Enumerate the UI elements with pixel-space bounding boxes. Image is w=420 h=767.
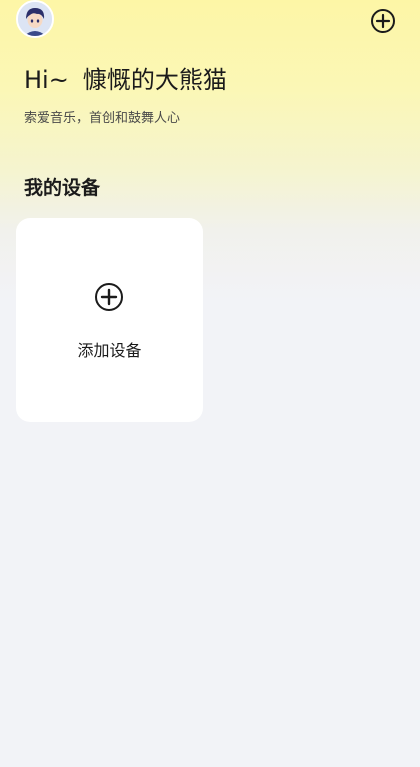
avatar[interactable]	[16, 0, 54, 38]
greeting-prefix: Hi~	[24, 66, 69, 94]
add-device-card[interactable]: 添加设备	[16, 218, 203, 422]
greeting: Hi~ 慷慨的大熊猫	[24, 60, 227, 95]
add-icon[interactable]	[370, 8, 396, 34]
top-bar	[0, 0, 420, 44]
add-device-label: 添加设备	[77, 341, 142, 360]
username: 慷慨的大熊猫	[82, 66, 227, 94]
my-devices-title: 我的设备	[24, 177, 101, 199]
plus-circle-icon	[94, 282, 124, 312]
plus-circle-icon	[371, 9, 395, 33]
slogan: 索爱音乐，首创和鼓舞人心	[24, 111, 181, 126]
avatar-image	[18, 2, 52, 36]
